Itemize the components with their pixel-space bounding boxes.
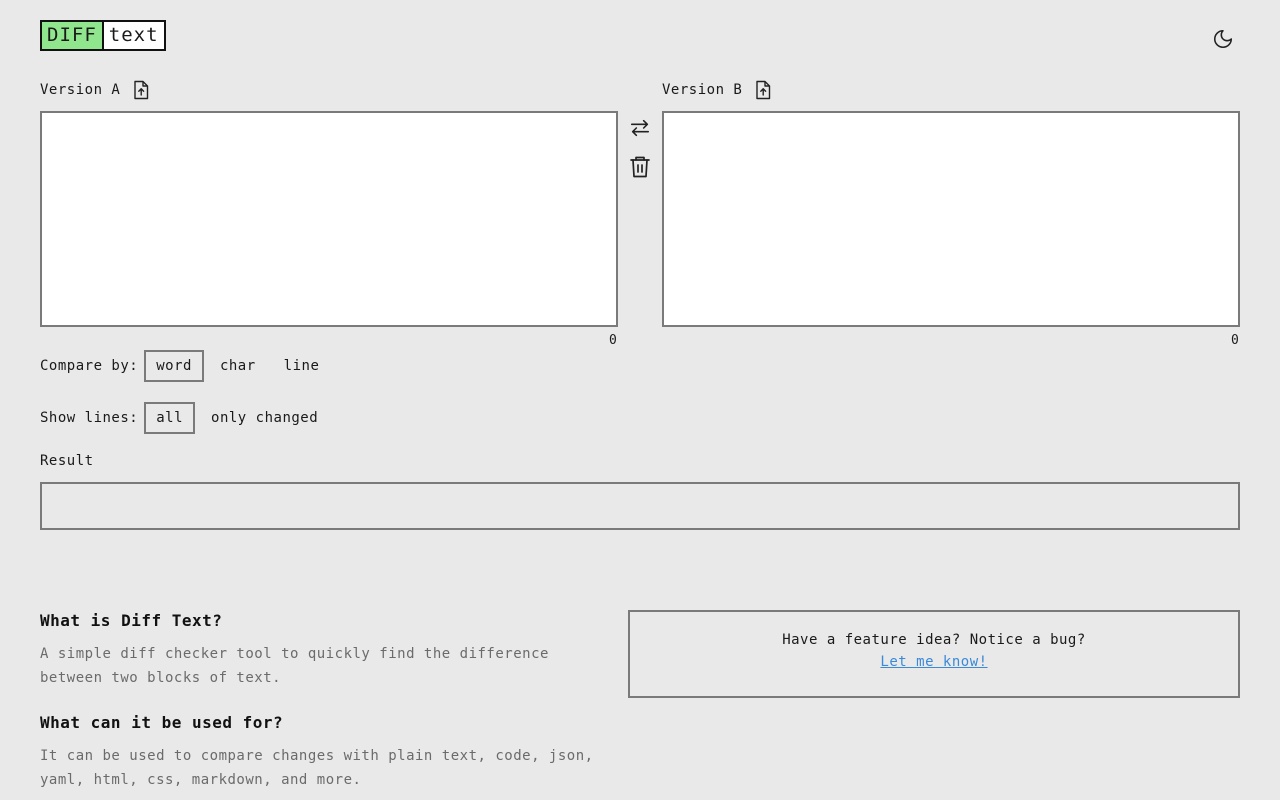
theme-toggle-button[interactable]: [1210, 26, 1236, 52]
logo-text: text: [108, 24, 159, 46]
version-a-textarea[interactable]: [40, 111, 618, 327]
feedback-link[interactable]: Let me know!: [880, 654, 987, 670]
swap-button[interactable]: [628, 116, 652, 140]
compare-option-line[interactable]: line: [272, 350, 332, 382]
faq-answer: A simple diff checker tool to quickly fi…: [40, 646, 549, 686]
faq-item: What can it be used for? It can be used …: [40, 713, 610, 792]
version-b-char-count: 0: [1231, 333, 1239, 348]
compare-by-row: Compare by: word char line: [40, 350, 335, 382]
version-a-char-count: 0: [609, 333, 617, 348]
version-a-label: Version A: [40, 82, 121, 98]
show-lines-label: Show lines:: [40, 410, 139, 426]
version-b-label: Version B: [662, 82, 743, 98]
trash-icon: [630, 156, 650, 178]
compare-by-label: Compare by:: [40, 358, 139, 374]
faq-question: What is Diff Text?: [40, 611, 223, 630]
faq-answer: It can be used to compare changes with p…: [40, 748, 594, 788]
show-lines-option-all[interactable]: all: [144, 402, 196, 434]
logo[interactable]: DIFF text: [40, 20, 166, 51]
compare-option-word[interactable]: word: [144, 350, 204, 382]
faq-question: What can it be used for?: [40, 713, 284, 732]
version-b-header: Version B: [662, 80, 772, 100]
result-label: Result: [40, 453, 94, 469]
logo-diff: DIFF: [42, 22, 104, 49]
version-b-textarea[interactable]: [662, 111, 1240, 327]
swap-arrows-icon: [630, 119, 650, 137]
moon-icon: [1214, 29, 1233, 48]
show-lines-row: Show lines: all only changed: [40, 402, 334, 434]
file-upload-icon[interactable]: [132, 80, 150, 100]
page: DIFF text Version A Version B 0 0 Compar…: [0, 0, 1280, 800]
clear-button[interactable]: [628, 155, 652, 179]
feedback-box: Have a feature idea? Notice a bug? Let m…: [628, 610, 1240, 698]
show-lines-option-only-changed[interactable]: only changed: [199, 402, 330, 434]
version-a-header: Version A: [40, 80, 150, 100]
faq-item: What is Diff Text? A simple diff checker…: [40, 611, 610, 690]
feedback-text: Have a feature idea? Notice a bug?: [782, 632, 1086, 648]
compare-option-char[interactable]: char: [208, 350, 268, 382]
file-upload-icon[interactable]: [754, 80, 772, 100]
result-output: [40, 482, 1240, 530]
